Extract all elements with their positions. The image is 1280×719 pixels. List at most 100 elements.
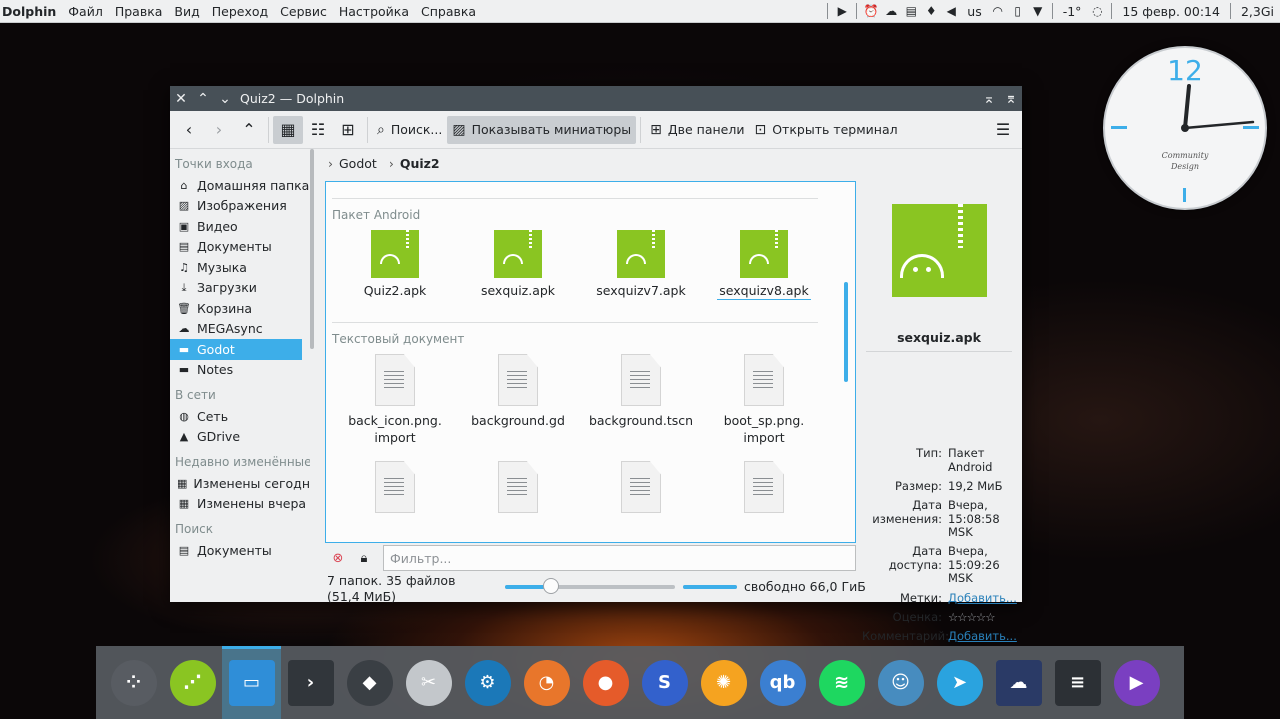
menu-file[interactable]: Файл [62,4,109,19]
sidebar-item-музыка[interactable]: ♫ Музыка [170,257,310,278]
volume-icon[interactable]: ◀ [941,0,961,23]
cloud-sync-icon[interactable]: ☁ [881,0,901,23]
dock-item[interactable]: ⚙ [458,646,517,719]
sidebar-item-изображения[interactable]: ▨ Изображения [170,196,310,217]
file-item[interactable]: Quiz2.apk [335,230,455,299]
weather-temperature[interactable]: -1° [1057,4,1088,19]
file-item[interactable] [704,461,824,519]
sidebar-item-загрузки[interactable]: ⤓ Загрузки [170,278,310,299]
menu-go[interactable]: Переход [206,4,274,19]
dock-item[interactable]: ⁘ [104,646,163,719]
hamburger-menu-button[interactable]: ☰ [988,116,1018,144]
sidebar-item-изменены-вчера[interactable]: ▦ Изменены вчера [170,494,310,515]
open-terminal-button[interactable]: ⊡ Открыть терминал [749,116,902,144]
lock-icon[interactable]: 🔒︎ [351,551,377,566]
file-view-scrollbar[interactable] [844,282,848,382]
dock-item[interactable]: S [635,646,694,719]
keyboard-layout[interactable]: us [961,4,987,19]
maximize-icon[interactable]: ⌅ [978,91,1000,107]
sidebar-item-документы[interactable]: ▤ Документы [170,237,310,258]
file-item[interactable]: sexquizv8.apk [704,230,824,300]
clock-widget[interactable]: 12 Community Design [1103,46,1267,210]
disk-space-fill [683,585,737,589]
play-icon[interactable]: ▶ [832,0,852,23]
file-item[interactable]: background.tscn [581,354,701,429]
sidebar-item-сеть[interactable]: ◍ Сеть [170,406,310,427]
alarm-icon[interactable]: ⏰ [861,0,881,23]
close-icon[interactable]: ✕ [170,91,192,107]
dock-item[interactable]: ➤ [930,646,989,719]
compact-view-button[interactable]: ☷ [303,116,333,144]
minimize-icon[interactable]: ⌄ [214,91,236,107]
menu-edit[interactable]: Правка [109,4,169,19]
search-icon: ⌕ [377,121,385,138]
zoom-slider[interactable] [505,578,675,594]
sidebar-item-godot[interactable]: ▬ Godot [170,339,302,360]
icons-view-button[interactable]: ▦ [273,115,303,144]
sidebar-item-корзина[interactable]: 🗑︎ Корзина [170,298,310,319]
menu-settings[interactable]: Настройка [333,4,415,19]
file-item[interactable] [581,461,701,519]
dock-item[interactable]: ≋ [812,646,871,719]
dock-item[interactable]: › [281,646,340,719]
dock-item[interactable]: ▭ [222,646,281,719]
breadcrumb-quiz2[interactable]: Quiz2 [400,156,440,171]
file-item[interactable] [335,461,455,519]
sidebar-item-gdrive[interactable]: ▲ GDrive [170,427,310,448]
places-scrollbar[interactable] [310,149,314,349]
sidebar-item-label: Сеть [197,408,229,424]
zoom-slider-handle[interactable] [542,578,559,594]
file-item[interactable] [458,461,578,519]
dock-item[interactable]: ≡ [1048,646,1107,719]
forward-button[interactable]: › [204,116,234,144]
wifi-icon[interactable]: ◠ [988,0,1008,23]
tray-expand-icon[interactable]: ▼ [1028,0,1048,23]
dock-item[interactable]: ◔ [517,646,576,719]
sidebar-item-изменены-сегодня[interactable]: ▦ Изменены сегодня [170,473,310,494]
shade-icon[interactable]: ⌆ [1000,91,1022,107]
file-view[interactable]: Пакет Android Quiz2.apk sexquiz.apk sexquiz… [325,181,856,543]
sidebar-item-документы[interactable]: ▤ Документы [170,540,310,561]
file-item[interactable]: boot_sp.png. import [704,354,824,446]
file-item[interactable]: sexquizv7.apk [581,230,701,299]
filter-input[interactable] [383,545,856,571]
sidebar-item-видео[interactable]: ▣ Видео [170,216,310,237]
search-button[interactable]: ⌕ Поиск... [372,116,447,144]
file-item[interactable]: background.gd [458,354,578,429]
sidebar-item-домашняя-папка[interactable]: ⌂ Домашняя папка [170,175,310,196]
file-item[interactable]: back_icon.png. import [335,354,455,446]
menu-help[interactable]: Справка [415,4,482,19]
dock-item[interactable]: ◆ [340,646,399,719]
close-filter-icon[interactable]: ⊗ [325,551,351,566]
dock-item[interactable]: ✂ [399,646,458,719]
keep-above-icon[interactable]: ⌃ [192,91,214,107]
breadcrumb-godot[interactable]: Godot [339,156,377,171]
info-add-link[interactable]: Добавить... [948,629,1017,644]
dock-item[interactable]: ✺ [694,646,753,719]
media-player-icon: ▶ [1113,659,1160,706]
datetime[interactable]: 15 февр. 00:14 [1116,4,1226,19]
details-view-button[interactable]: ⊞ [333,116,363,144]
menu-view[interactable]: Вид [168,4,205,19]
back-button[interactable]: ‹ [174,116,204,144]
file-item[interactable]: sexquiz.apk [458,230,578,299]
show-thumbnails-button[interactable]: ▨ Показывать миниатюры [447,115,637,144]
sidebar-item-megasync[interactable]: ☁ MEGAsync [170,319,310,340]
titlebar[interactable]: ✕ ⌃ ⌄ Quiz2 — Dolphin ⌅ ⌆ [170,86,1022,111]
notification-icon[interactable]: ♦ [921,0,941,23]
dock-item[interactable]: ● [576,646,635,719]
menu-tools[interactable]: Сервис [274,4,333,19]
dock-item[interactable]: ▶ [1107,646,1166,719]
dock-item[interactable]: ☁ [989,646,1048,719]
clipboard-icon[interactable]: ▤ [901,0,921,23]
dock-item[interactable]: ☺ [871,646,930,719]
up-button[interactable]: ⌃ [234,116,264,144]
rating-stars[interactable]: ☆☆☆☆☆ [948,610,1014,625]
dock-item[interactable]: ⋰ [163,646,222,719]
split-view-button[interactable]: ⊞ Две панели [645,116,749,144]
dock-item[interactable]: qb [753,646,812,719]
info-add-link[interactable]: Добавить... [948,591,1017,606]
sidebar-item-notes[interactable]: ▬ Notes [170,360,310,381]
battery-icon[interactable]: ▯ [1008,0,1028,23]
file-name: sexquiz.apk [480,283,556,298]
